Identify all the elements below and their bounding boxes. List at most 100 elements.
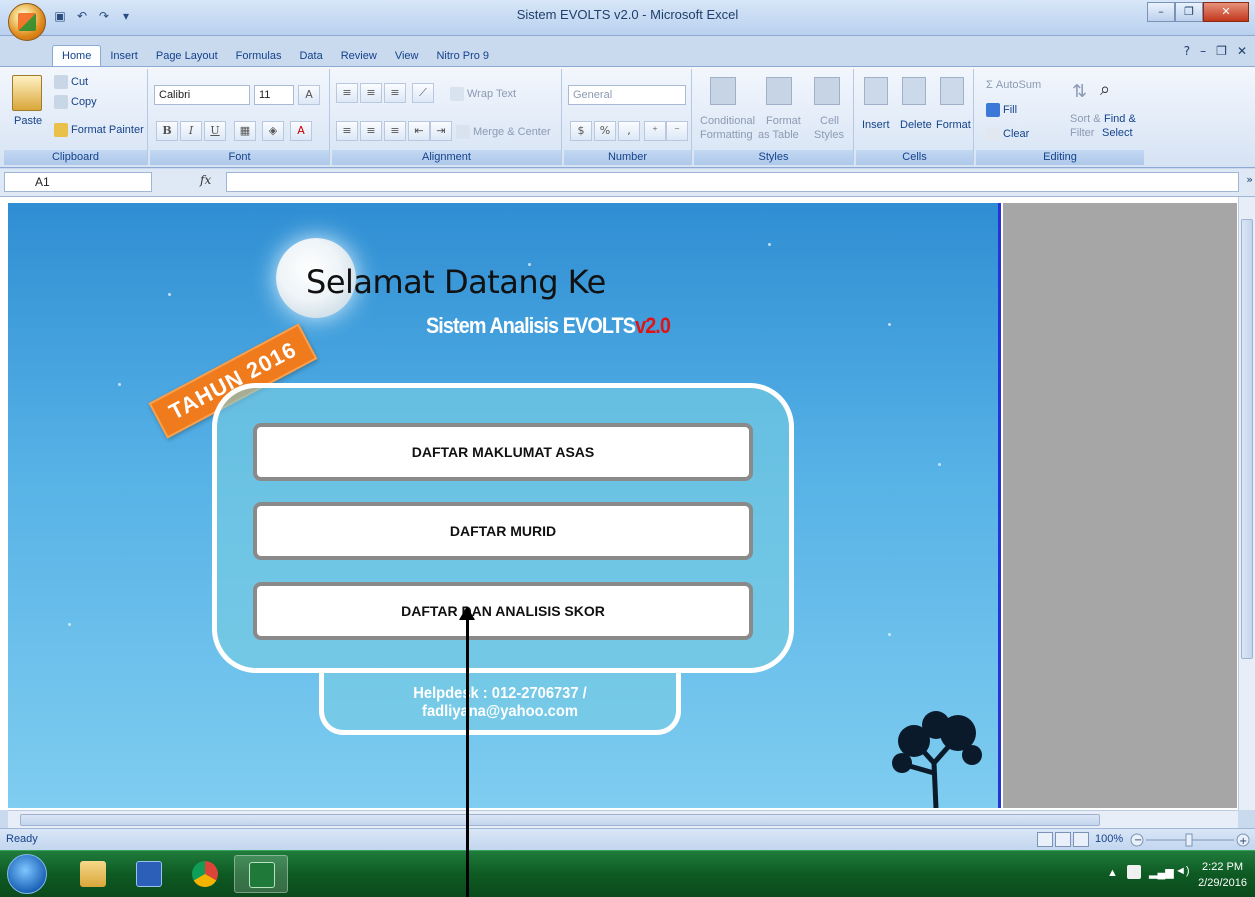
cut-button[interactable]: Cut	[54, 75, 88, 89]
taskbar-word[interactable]	[122, 855, 176, 893]
tab-data[interactable]: Data	[290, 46, 331, 66]
increase-decimal-button[interactable]: ⁺	[644, 121, 666, 141]
find-select-label[interactable]: Find &	[1104, 113, 1136, 125]
font-color-button[interactable]: A	[290, 121, 312, 141]
ribbon-close-icon[interactable]: ✕	[1237, 44, 1247, 58]
expand-formula-icon[interactable]: »	[1246, 173, 1253, 186]
taskbar-excel[interactable]	[234, 855, 288, 893]
sort-filter-label-2[interactable]: Filter	[1070, 127, 1094, 139]
sort-filter-label[interactable]: Sort &	[1070, 113, 1101, 125]
office-button[interactable]	[8, 3, 46, 41]
font-name-select[interactable]: Calibri	[154, 85, 250, 105]
tab-view[interactable]: View	[386, 46, 428, 66]
page-break-view-button[interactable]	[1073, 832, 1089, 847]
zoom-slider[interactable]: − +	[1128, 832, 1252, 848]
tab-review[interactable]: Review	[332, 46, 386, 66]
clear-button[interactable]: Clear	[986, 127, 1029, 141]
underline-button[interactable]: U	[204, 121, 226, 141]
align-center-button[interactable]: ≡	[360, 121, 382, 141]
close-button[interactable]: ✕	[1203, 2, 1249, 22]
format-table-label[interactable]: Format	[766, 115, 801, 127]
insert-button[interactable]: Insert	[862, 119, 890, 131]
fill-color-button[interactable]: ◈	[262, 121, 284, 141]
conditional-formatting-icon[interactable]	[710, 77, 736, 105]
tab-nitro[interactable]: Nitro Pro 9	[427, 46, 498, 66]
daftar-maklumat-asas-button[interactable]: DAFTAR MAKLUMAT ASAS	[253, 423, 753, 481]
cell-styles-label[interactable]: Cell	[820, 115, 839, 127]
comma-button[interactable]: ,	[618, 121, 640, 141]
page-layout-view-button[interactable]	[1055, 832, 1071, 847]
show-hidden-icons-icon[interactable]: ▲	[1107, 867, 1118, 879]
tab-page-layout[interactable]: Page Layout	[147, 46, 227, 66]
find-select-label-2[interactable]: Select	[1102, 127, 1133, 139]
horizontal-scroll-thumb[interactable]	[20, 814, 1100, 826]
currency-button[interactable]: $	[570, 121, 592, 141]
delete-button[interactable]: Delete	[900, 119, 932, 131]
format-button[interactable]: Format	[936, 119, 971, 131]
tab-formulas[interactable]: Formulas	[227, 46, 291, 66]
taskbar-explorer[interactable]	[66, 855, 120, 893]
font-size-select[interactable]: 11	[254, 85, 294, 105]
vertical-scrollbar[interactable]	[1238, 197, 1255, 810]
format-table-label-2[interactable]: as Table	[758, 129, 799, 141]
number-format-select[interactable]: General	[568, 85, 686, 105]
start-button-icon[interactable]	[7, 854, 47, 894]
conditional-formatting-label[interactable]: Conditional	[700, 115, 755, 127]
fill-button[interactable]: Fill	[986, 103, 1017, 117]
bold-button[interactable]: B	[156, 121, 178, 141]
increase-indent-button[interactable]: ⇥	[430, 121, 452, 141]
vertical-scroll-thumb[interactable]	[1241, 219, 1253, 659]
daftar-analisis-skor-button[interactable]: DAFTAR DAN ANALISIS SKOR	[253, 582, 753, 640]
clock[interactable]: 2:22 PM 2/29/2016	[1198, 859, 1247, 891]
formula-input[interactable]	[226, 172, 1239, 192]
cell-styles-label-2[interactable]: Styles	[814, 129, 844, 141]
italic-button[interactable]: I	[180, 121, 202, 141]
merge-center-button[interactable]: Merge & Center	[456, 125, 551, 139]
decrease-indent-button[interactable]: ⇤	[408, 121, 430, 141]
action-center-icon[interactable]	[1127, 865, 1141, 879]
paste-icon[interactable]	[12, 75, 42, 111]
tab-home[interactable]: Home	[52, 45, 102, 66]
fill-label: Fill	[1003, 103, 1018, 116]
cell-styles-icon[interactable]	[814, 77, 840, 105]
border-button[interactable]: ▦	[234, 121, 256, 141]
decrease-decimal-button[interactable]: ⁻	[666, 121, 688, 141]
grow-font-button[interactable]: A	[298, 85, 320, 105]
tab-insert[interactable]: Insert	[101, 46, 147, 66]
taskbar-chrome[interactable]	[178, 855, 232, 893]
paste-button[interactable]: Paste	[14, 115, 42, 127]
format-cells-icon[interactable]	[940, 77, 964, 105]
ribbon-minimize-icon[interactable]: –	[1200, 44, 1206, 58]
delete-cells-icon[interactable]	[902, 77, 926, 105]
ribbon-restore-icon[interactable]: ❐	[1216, 44, 1227, 58]
align-left-button[interactable]: ≡	[336, 121, 358, 141]
copy-button[interactable]: Copy	[54, 95, 97, 109]
restore-button[interactable]: ❐	[1175, 2, 1203, 22]
sort-icon[interactable]: ⇅	[1072, 81, 1087, 102]
align-middle-button[interactable]: ≡	[360, 83, 382, 103]
help-icon[interactable]: ?	[1184, 44, 1190, 58]
align-top-button[interactable]: ≡	[336, 83, 358, 103]
normal-view-button[interactable]	[1037, 832, 1053, 847]
binoculars-icon[interactable]: ⌕	[1100, 79, 1110, 100]
format-table-icon[interactable]	[766, 77, 792, 105]
format-painter-button[interactable]: Format Painter	[54, 123, 144, 137]
styles-group-label: Styles	[694, 150, 853, 165]
zoom-level[interactable]: 100%	[1095, 833, 1123, 845]
align-bottom-button[interactable]: ≡	[384, 83, 406, 103]
percent-button[interactable]: %	[594, 121, 616, 141]
name-box[interactable]: A1	[4, 172, 152, 192]
horizontal-scrollbar[interactable]	[8, 810, 1238, 828]
daftar-murid-button[interactable]: DAFTAR MURID	[253, 502, 753, 560]
star-decoration	[168, 293, 171, 296]
minimize-button[interactable]: –	[1147, 2, 1175, 22]
autosum-button[interactable]: Σ AutoSum	[986, 79, 1041, 91]
align-right-button[interactable]: ≡	[384, 121, 406, 141]
network-icon[interactable]: ▂▄▆	[1149, 866, 1174, 879]
conditional-formatting-label-2[interactable]: Formatting	[700, 129, 753, 141]
orientation-button[interactable]: ⟋	[412, 83, 434, 103]
volume-icon[interactable]: ◄)	[1175, 865, 1190, 877]
wrap-text-button[interactable]: Wrap Text	[450, 87, 516, 101]
function-icon[interactable]: fx	[200, 173, 211, 187]
insert-cells-icon[interactable]	[864, 77, 888, 105]
